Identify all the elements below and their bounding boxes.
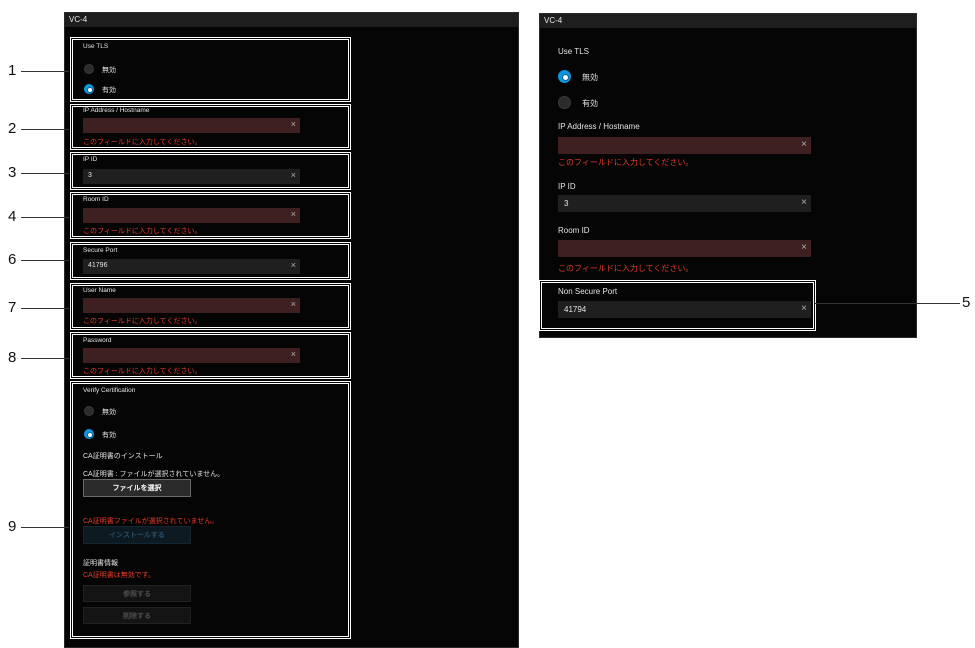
settings-panel-tls: VC-4 Use TLS 無効 有効 IP Address / Hostname… (64, 12, 519, 648)
verify-cert-label: Verify Certification (83, 387, 136, 394)
ip-address-error: このフィールドに入力してください。 (558, 158, 694, 167)
password-label: Password (83, 337, 112, 344)
room-id-error: このフィールドに入力してください。 (558, 264, 694, 273)
callout-7: 7 (8, 299, 17, 316)
secure-port-input[interactable]: 41796 × (83, 259, 300, 274)
non-secure-port-value: 41794 (564, 305, 587, 314)
use-tls-on-label: 有効 (102, 87, 116, 94)
clear-icon[interactable]: × (801, 139, 807, 150)
cert-invalid-text: CA証明書は無効です。 (83, 572, 156, 579)
callout-line-8 (21, 358, 69, 359)
delete-certificate-button[interactable]: 削除する (83, 607, 191, 624)
clear-icon[interactable]: × (291, 209, 296, 219)
callout-line-7 (21, 308, 69, 309)
clear-icon[interactable]: × (801, 197, 807, 208)
ip-id-value: 3 (564, 199, 569, 208)
settings-panel-non-tls: VC-4 Use TLS 無効 有効 IP Address / Hostname… (539, 13, 917, 338)
clear-icon[interactable]: × (291, 299, 296, 309)
ip-address-input[interactable]: × (83, 118, 300, 133)
callout-3: 3 (8, 164, 17, 181)
room-id-error: このフィールドに入力してください。 (83, 228, 202, 235)
callout-2: 2 (8, 120, 17, 137)
ip-address-input[interactable]: × (558, 137, 811, 154)
use-tls-radio-on[interactable] (84, 84, 94, 94)
ip-id-label: IP ID (83, 156, 98, 163)
verify-radio-off[interactable] (84, 406, 94, 416)
choose-file-button[interactable]: ファイルを選択 (83, 479, 191, 497)
verify-radio-on[interactable] (84, 429, 94, 439)
callout-5: 5 (962, 294, 971, 311)
callout-6: 6 (8, 251, 17, 268)
secure-port-label: Secure Port (83, 247, 118, 254)
callout-line-1 (21, 71, 69, 72)
verify-off-label: 無効 (102, 409, 116, 416)
callout-line-9 (21, 527, 69, 528)
use-tls-radio-on[interactable] (558, 96, 571, 109)
clear-icon[interactable]: × (291, 119, 296, 129)
non-secure-port-input[interactable]: 41794 × (558, 301, 811, 318)
clear-icon[interactable]: × (801, 242, 807, 253)
ca-file-error: CA証明書ファイルが選択されていません。 (83, 518, 219, 525)
use-tls-off-label: 無効 (582, 73, 598, 82)
use-tls-label: Use TLS (83, 43, 109, 50)
ip-address-error: このフィールドに入力してください。 (83, 139, 202, 146)
clear-icon[interactable]: × (801, 303, 807, 314)
ca-file-status: CA証明書 : ファイルが選択されていません。 (83, 471, 225, 478)
callout-line-2 (21, 129, 69, 130)
secure-port-value: 41796 (88, 262, 108, 269)
window-title: VC-4 (540, 14, 916, 28)
cert-info-title: 証明書情報 (83, 560, 118, 567)
password-error: このフィールドに入力してください。 (83, 368, 202, 375)
clear-icon[interactable]: × (291, 349, 296, 359)
use-tls-off-label: 無効 (102, 67, 116, 74)
user-name-label: User Name (83, 287, 116, 294)
callout-line-3 (21, 173, 69, 174)
verify-on-label: 有効 (102, 432, 116, 439)
callout-4: 4 (8, 208, 17, 225)
ca-install-title: CA証明書のインストール (83, 453, 163, 460)
callout-line-6 (21, 260, 69, 261)
room-id-input[interactable]: × (83, 208, 300, 223)
window-title: VC-4 (65, 13, 518, 27)
use-tls-label: Use TLS (558, 47, 589, 56)
install-button[interactable]: インストールする (83, 526, 191, 544)
user-name-input[interactable]: × (83, 298, 300, 313)
callout-8: 8 (8, 349, 17, 366)
room-id-input[interactable]: × (558, 240, 811, 257)
ip-address-label: IP Address / Hostname (83, 107, 150, 114)
user-name-error: このフィールドに入力してください。 (83, 318, 202, 325)
clear-icon[interactable]: × (291, 260, 296, 270)
callout-line-5 (815, 303, 960, 304)
use-tls-radio-off[interactable] (84, 64, 94, 74)
use-tls-on-label: 有効 (582, 99, 598, 108)
callout-9: 9 (8, 518, 17, 535)
ip-id-label: IP ID (558, 182, 576, 191)
callout-1: 1 (8, 62, 17, 79)
ip-address-label: IP Address / Hostname (558, 122, 640, 131)
room-id-label: Room ID (558, 226, 590, 235)
ip-id-value: 3 (88, 172, 92, 179)
ip-id-input[interactable]: 3 × (558, 195, 811, 212)
room-id-label: Room ID (83, 196, 109, 203)
password-input[interactable]: × (83, 348, 300, 363)
clear-icon[interactable]: × (291, 170, 296, 180)
non-secure-port-label: Non Secure Port (558, 287, 618, 296)
ip-id-input[interactable]: 3 × (83, 169, 300, 184)
callout-line-4 (21, 217, 69, 218)
use-tls-radio-off[interactable] (558, 70, 571, 83)
view-certificate-button[interactable]: 参照する (83, 585, 191, 602)
